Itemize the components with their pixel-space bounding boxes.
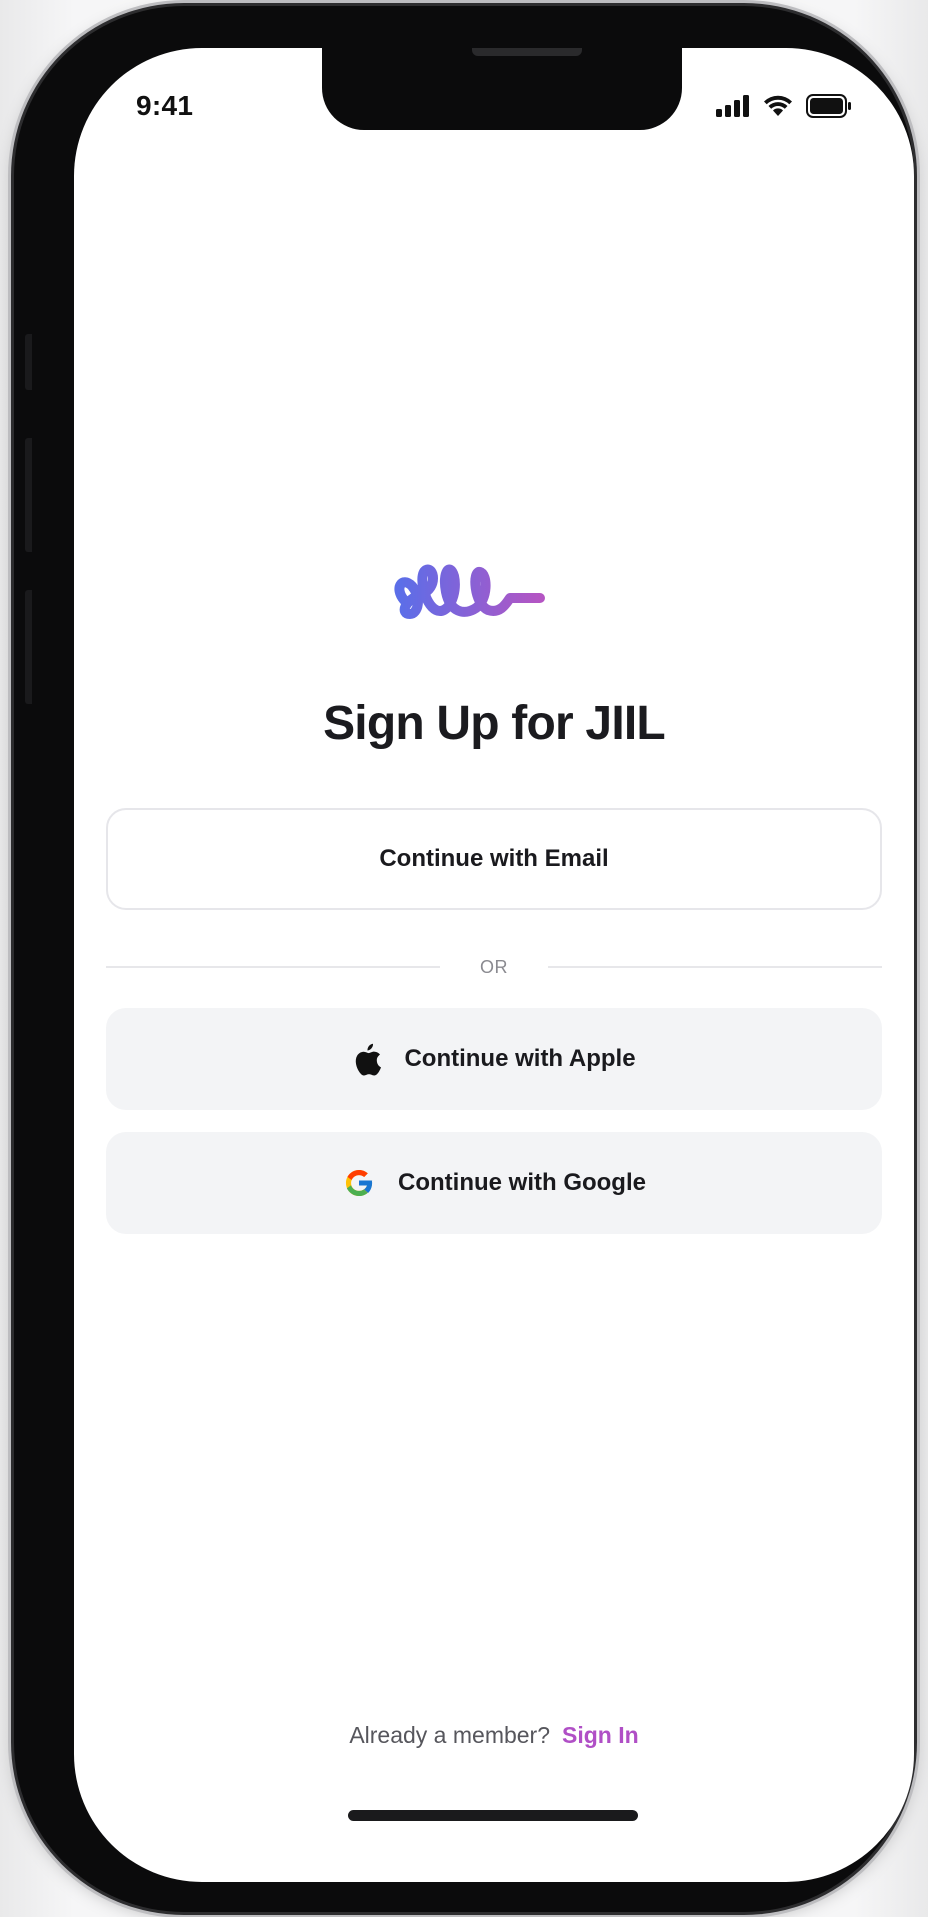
- notch: [322, 48, 682, 130]
- footer: Already a member? Sign In: [74, 1722, 914, 1749]
- sign-in-link[interactable]: Sign In: [562, 1722, 639, 1748]
- member-prompt: Already a member?: [349, 1722, 551, 1748]
- notch-speaker: [472, 48, 582, 56]
- home-indicator[interactable]: [348, 1810, 638, 1821]
- screen: 9:41 Sign Up for JIIL Continue with Emai…: [74, 48, 914, 1882]
- wifi-icon: [764, 95, 792, 116]
- status-icons: [716, 94, 852, 118]
- jiil-logo-icon: [394, 564, 545, 619]
- continue-with-apple-button[interactable]: Continue with Apple: [106, 1008, 882, 1110]
- apple-icon: [356, 1043, 382, 1076]
- silent-switch: [25, 334, 32, 390]
- divider-line-right: [548, 966, 882, 968]
- battery-icon: [806, 94, 851, 118]
- cellular-signal-icon: [716, 95, 749, 117]
- status-time: 9:41: [136, 90, 194, 121]
- email-button-label: Continue with Email: [379, 845, 609, 872]
- or-divider: OR: [106, 952, 882, 982]
- volume-down-button: [25, 590, 32, 704]
- continue-with-email-button[interactable]: Continue with Email: [106, 808, 882, 910]
- volume-up-button: [25, 438, 32, 552]
- page-title: Sign Up for JIIL: [323, 697, 666, 750]
- google-button-label: Continue with Google: [398, 1169, 646, 1196]
- continue-with-google-button[interactable]: Continue with Google: [106, 1132, 882, 1234]
- google-icon: [345, 1169, 373, 1197]
- apple-button-label: Continue with Apple: [404, 1045, 636, 1072]
- phone-frame: 9:41 Sign Up for JIIL Continue with Emai…: [14, 6, 914, 1912]
- divider-label: OR: [480, 956, 508, 977]
- divider-line-left: [106, 966, 440, 968]
